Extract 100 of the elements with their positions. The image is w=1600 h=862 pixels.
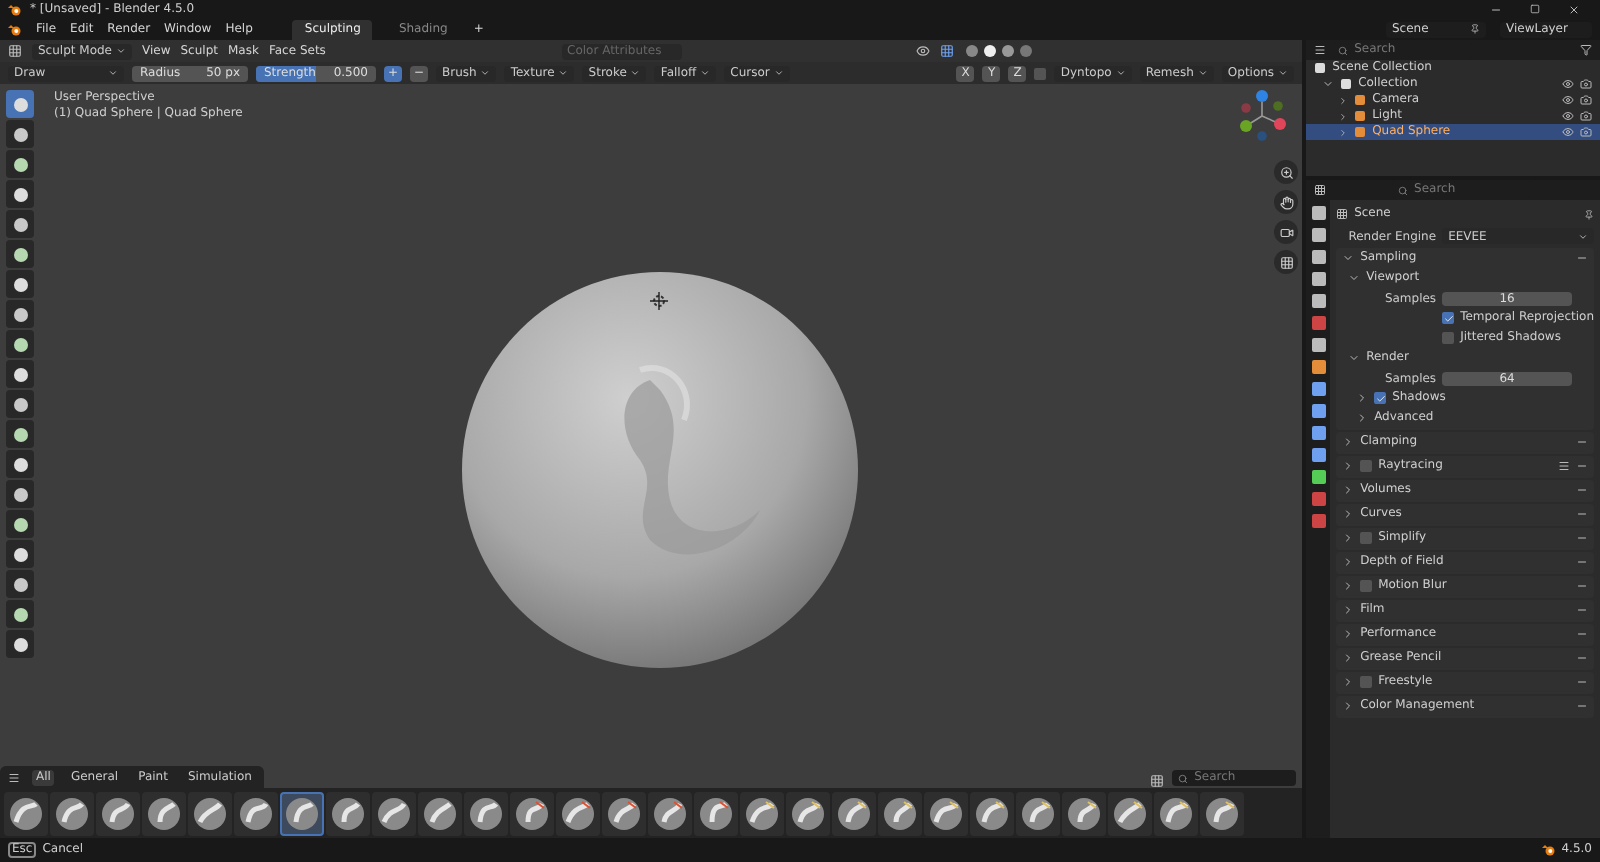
brush-preview-icon	[376, 795, 412, 831]
brush-preview-icon	[422, 795, 458, 831]
overlay-icon[interactable]	[916, 44, 931, 58]
sculpt-tool-button[interactable]	[6, 300, 34, 328]
brush-preview-icon	[192, 795, 228, 831]
caret-icon	[108, 68, 118, 78]
sculpt-tool-button[interactable]	[6, 120, 34, 148]
camera-view-icon[interactable]	[1274, 220, 1299, 244]
camera-icon[interactable]	[1580, 78, 1592, 90]
minimize-icon[interactable]	[1490, 3, 1502, 15]
brush-thumbnail[interactable]	[648, 791, 692, 835]
sculpt-tool-button[interactable]	[6, 420, 34, 448]
brush-thumbnail[interactable]	[924, 791, 968, 835]
visibility-eye-icon[interactable]	[1562, 110, 1574, 122]
sculpt-tool-button[interactable]	[6, 540, 34, 568]
checkbox[interactable]	[1442, 312, 1455, 324]
sculpt-tool-button[interactable]	[6, 270, 34, 298]
brush-thumbnail[interactable]	[1200, 791, 1244, 835]
sculpt-tool-button[interactable]	[6, 150, 34, 178]
panel-checkbox[interactable]	[1360, 676, 1373, 688]
brush-thumbnail[interactable]	[142, 791, 186, 835]
editor-type-icon[interactable]	[8, 44, 22, 58]
brush-thumbnail[interactable]	[188, 791, 232, 835]
camera-icon[interactable]	[1580, 126, 1592, 138]
maximize-icon[interactable]	[1530, 3, 1540, 15]
sculpt-tool-button[interactable]	[6, 600, 34, 628]
chevron-down-icon[interactable]	[1348, 352, 1361, 364]
sculpt-tool-button[interactable]	[6, 570, 34, 598]
sculpt-tool-button[interactable]	[6, 240, 34, 268]
brush-preview-icon	[698, 795, 734, 831]
brush-thumbnail[interactable]	[418, 791, 462, 835]
brush-preview-icon	[100, 795, 136, 831]
logo-icon	[8, 3, 22, 15]
search-icon	[1398, 185, 1409, 195]
brush-thumbnail[interactable]	[1062, 791, 1106, 835]
sculpt-tool-button[interactable]	[6, 360, 34, 388]
search-icon	[1338, 45, 1349, 55]
brush-thumbnail[interactable]	[50, 791, 94, 835]
sculpt-tool-button[interactable]	[6, 180, 34, 208]
caret-icon	[1578, 231, 1588, 241]
grid-icon[interactable]	[1274, 250, 1299, 274]
brush-thumbnail[interactable]	[878, 791, 922, 835]
panel-checkbox[interactable]	[1360, 460, 1373, 472]
menu-icon[interactable]	[8, 771, 20, 783]
crosshair-cursor-icon	[650, 292, 668, 310]
brush-thumbnail[interactable]	[280, 791, 324, 835]
filter-icon[interactable]	[1580, 44, 1592, 56]
brush-thumbnail[interactable]	[372, 791, 416, 835]
brush-thumbnail[interactable]	[464, 791, 508, 835]
brush-thumbnail[interactable]	[1154, 791, 1198, 835]
camera-icon[interactable]	[1580, 94, 1592, 106]
caret-icon	[1197, 68, 1208, 78]
sculpt-tool-button[interactable]	[6, 510, 34, 538]
brush-thumbnail[interactable]	[4, 791, 48, 835]
brush-preview-icon	[790, 795, 826, 831]
brush-thumbnail[interactable]	[694, 791, 738, 835]
hand-icon[interactable]	[1274, 190, 1299, 214]
brush-preview-icon	[330, 795, 366, 831]
sculpt-tool-button[interactable]	[6, 450, 34, 478]
sculpt-tool-button[interactable]	[6, 210, 34, 238]
pin-icon	[1470, 24, 1480, 34]
brush-preview-icon	[652, 795, 688, 831]
subpanel-checkbox[interactable]	[1374, 392, 1387, 404]
brush-thumbnail[interactable]	[1016, 791, 1060, 835]
sculpt-tool-button[interactable]	[6, 630, 34, 658]
close-icon[interactable]	[1568, 3, 1580, 15]
brush-thumbnail[interactable]	[832, 791, 876, 835]
display-mode-icon[interactable]	[1150, 774, 1165, 788]
checkbox[interactable]	[1442, 332, 1455, 344]
sculpt-tool-button[interactable]	[6, 330, 34, 358]
brush-thumbnail[interactable]	[556, 791, 600, 835]
sculpt-tool-button[interactable]	[6, 480, 34, 508]
panel-checkbox[interactable]	[1360, 580, 1373, 592]
navigation-gizmo-drawing[interactable]	[1234, 88, 1291, 144]
brush-thumbnail[interactable]	[326, 791, 370, 835]
visibility-eye-icon[interactable]	[1562, 126, 1574, 138]
brush-thumbnail[interactable]	[786, 791, 830, 835]
brush-preview-icon	[514, 795, 550, 831]
camera-icon[interactable]	[1580, 110, 1592, 122]
zoom-icon[interactable]	[1274, 160, 1299, 184]
editor-type-icon[interactable]	[1314, 184, 1327, 196]
brush-thumbnail[interactable]	[602, 791, 646, 835]
dyntopo-checkbox[interactable]	[1034, 67, 1047, 79]
panel-checkbox[interactable]	[1360, 532, 1373, 544]
visibility-eye-icon[interactable]	[1562, 78, 1574, 90]
brush-thumbnail[interactable]	[510, 791, 554, 835]
brush-thumbnail[interactable]	[1108, 791, 1152, 835]
brush-thumbnail[interactable]	[234, 791, 278, 835]
sculpt-tool-button[interactable]	[6, 390, 34, 418]
brush-thumbnail[interactable]	[970, 791, 1014, 835]
chevron-down-icon[interactable]	[1322, 78, 1335, 90]
brush-preview-icon	[54, 795, 90, 831]
display-mode-icon[interactable]	[1314, 44, 1327, 56]
pin-icon[interactable]	[1584, 209, 1594, 219]
presets-icon[interactable]	[1558, 460, 1570, 472]
brush-thumbnail[interactable]	[96, 791, 140, 835]
visibility-eye-icon[interactable]	[1562, 94, 1574, 106]
brush-thumbnail[interactable]	[740, 791, 784, 835]
brush-preview-icon	[1158, 795, 1194, 831]
caret-icon	[1115, 68, 1126, 78]
